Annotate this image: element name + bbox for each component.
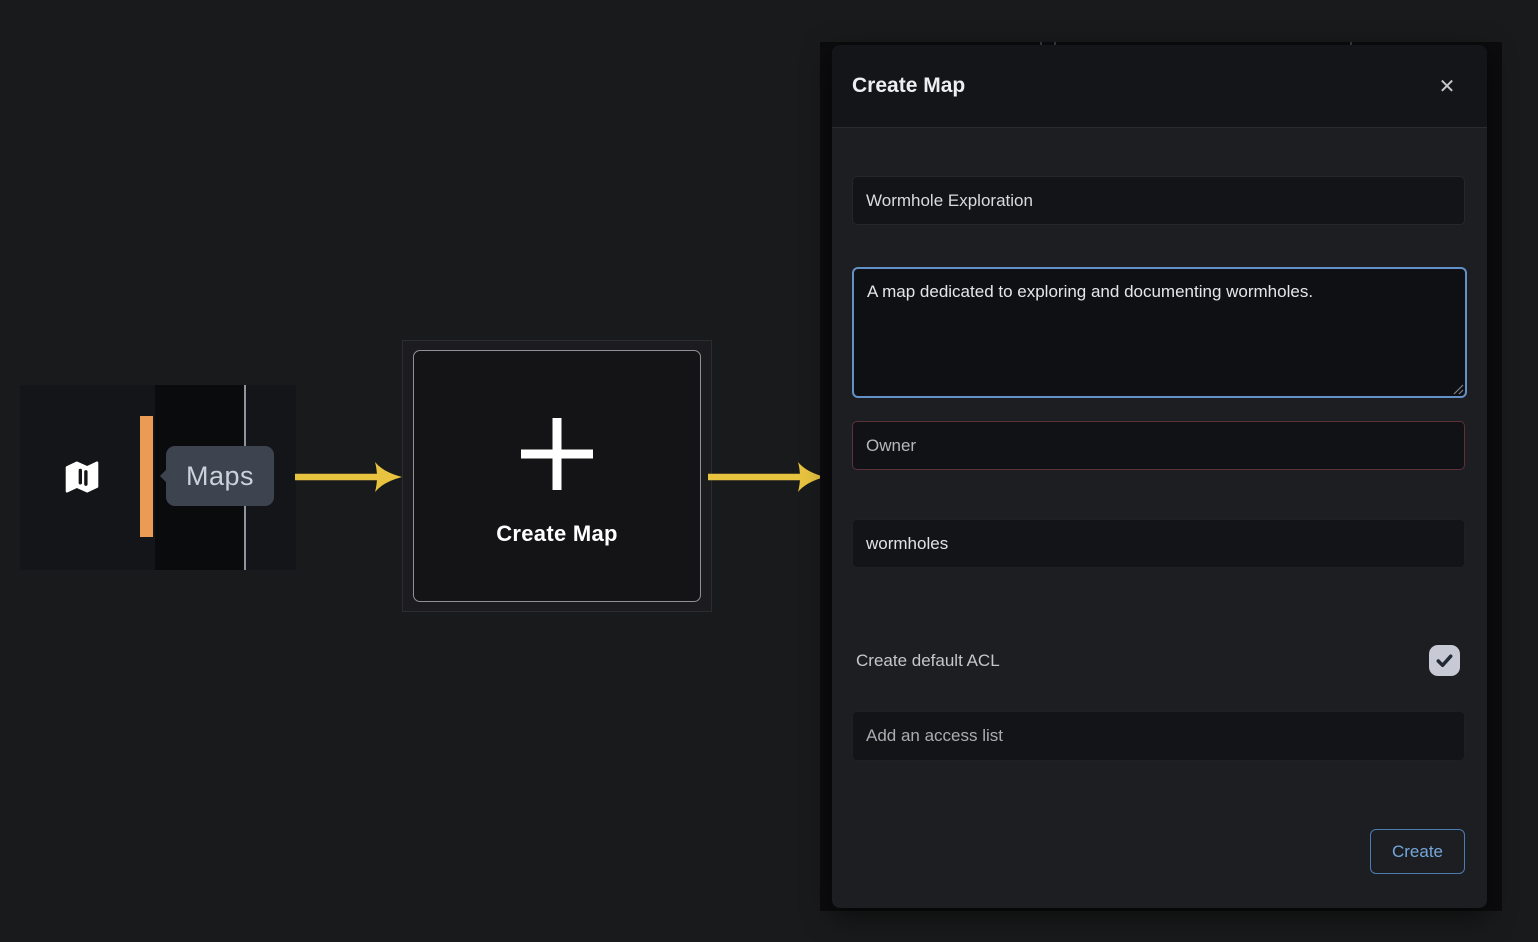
modal-title: Create Map: [852, 74, 965, 98]
textarea-resize-handle[interactable]: [1453, 384, 1464, 395]
close-button[interactable]: ✕: [1433, 72, 1461, 100]
acl-checkbox[interactable]: [1429, 645, 1460, 676]
maps-tooltip: Maps: [166, 446, 274, 506]
checkmark-icon: [1433, 649, 1456, 672]
tooltip-label: Maps: [186, 461, 254, 492]
create-map-card-label: Create Map: [414, 521, 700, 547]
active-nav-indicator: [140, 416, 153, 537]
arrow-right-icon: [293, 455, 405, 499]
map-name-input[interactable]: [852, 176, 1465, 225]
tags-input[interactable]: [852, 519, 1465, 568]
close-icon: ✕: [1439, 74, 1456, 99]
create-button[interactable]: Create: [1370, 829, 1465, 874]
map-icon[interactable]: [59, 454, 105, 500]
plus-icon: [518, 415, 596, 493]
create-map-card-container: Create Map: [402, 340, 712, 612]
modal-header: Create Map ✕: [832, 45, 1487, 128]
access-list-input[interactable]: [852, 711, 1465, 761]
acl-label: Create default ACL: [856, 651, 1000, 671]
map-description-textarea[interactable]: A map dedicated to exploring and documen…: [852, 267, 1467, 398]
create-map-card[interactable]: Create Map: [413, 350, 701, 602]
canvas: Maps Create Map Create Map ✕: [0, 0, 1538, 942]
owner-input[interactable]: [852, 421, 1465, 470]
sidebar-snippet: Maps: [20, 385, 296, 570]
acl-row: Create default ACL: [856, 645, 1460, 676]
arrow-right-icon: [706, 455, 828, 499]
create-map-modal: Create Map ✕ A map dedicated to explorin…: [832, 45, 1487, 908]
